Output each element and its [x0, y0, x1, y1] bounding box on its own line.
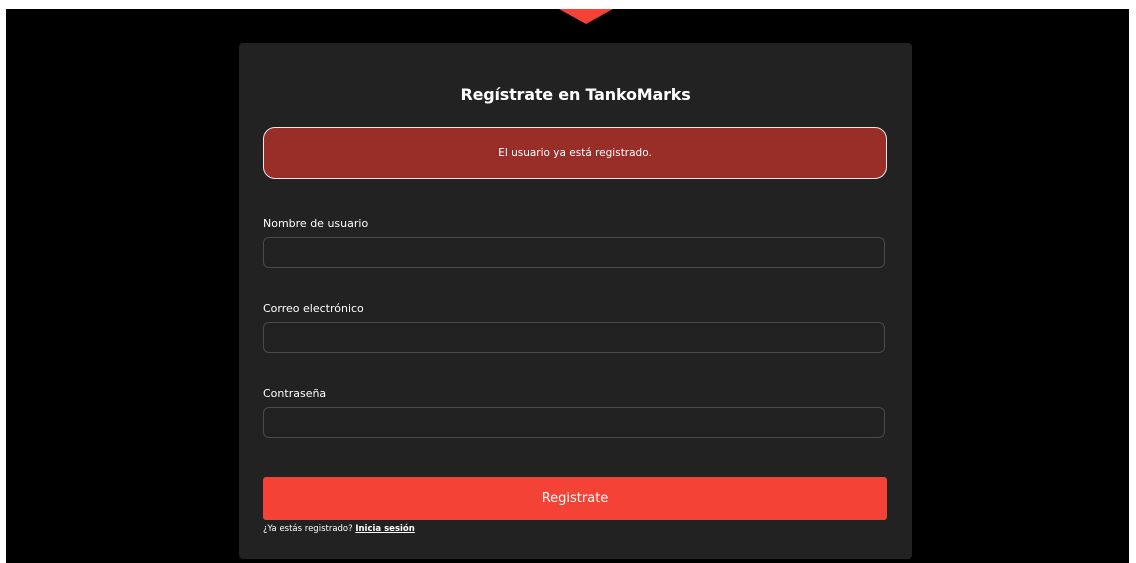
login-prompt-text: ¿Ya estás registrado?	[263, 524, 353, 534]
username-input[interactable]	[263, 237, 885, 268]
error-alert: El usuario ya está registrado.	[263, 127, 887, 179]
register-card: Regístrate en TankoMarks El usuario ya e…	[239, 43, 912, 559]
login-prompt-line: ¿Ya estás registrado? Inicia sesión	[263, 524, 415, 534]
register-button[interactable]: Registrate	[263, 477, 887, 520]
page-title: Regístrate en TankoMarks	[460, 85, 691, 104]
email-label: Correo electrónico	[263, 302, 364, 315]
email-input[interactable]	[263, 322, 885, 353]
password-label: Contraseña	[263, 387, 327, 400]
page-background: Regístrate en TankoMarks El usuario ya e…	[6, 9, 1129, 563]
error-alert-message: El usuario ya está registrado.	[498, 147, 652, 159]
triangle-down-icon	[559, 9, 613, 24]
login-link[interactable]: Inicia sesión	[355, 524, 414, 534]
username-label: Nombre de usuario	[263, 217, 369, 230]
password-input[interactable]	[263, 407, 885, 438]
